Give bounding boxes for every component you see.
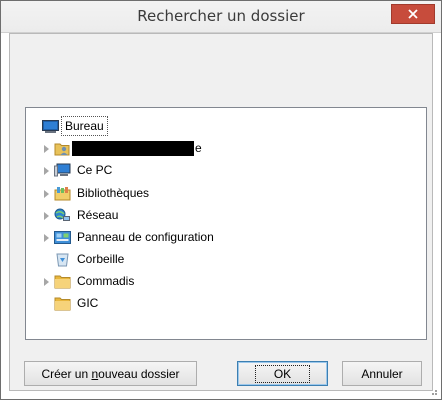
libraries-icon (54, 186, 71, 201)
expand-arrow-icon[interactable] (43, 160, 51, 181)
tree-item-label: GIC (77, 296, 99, 310)
tree-item-label: Commadis (77, 274, 135, 288)
folder-icon (54, 274, 71, 289)
browse-folder-dialog: Rechercher un dossier Bureau e Ce PC Bib… (0, 0, 442, 400)
tree-item-bibliotheques[interactable]: Bibliothèques (26, 183, 326, 204)
cancel-button[interactable]: Annuler (342, 361, 422, 386)
tree-item-label: e (195, 141, 202, 155)
close-icon (408, 9, 418, 19)
control-panel-icon (54, 230, 71, 245)
tree-item-label: Corbeille (77, 252, 125, 266)
tree-item-label: Réseau (77, 208, 119, 222)
resize-grip-icon[interactable] (428, 386, 438, 396)
tree-item-reseau[interactable]: Réseau (26, 205, 326, 226)
cancel-label: Annuler (361, 366, 403, 381)
dialog-title: Rechercher un dossier (137, 7, 305, 25)
tree-item-label: Bibliothèques (77, 186, 150, 200)
ok-label: OK (254, 364, 311, 383)
close-button[interactable] (391, 4, 435, 24)
tree-item-label: Ce PC (77, 163, 113, 177)
expand-arrow-icon[interactable] (43, 227, 51, 248)
new-folder-label: Créer un nouveau dossier (41, 367, 179, 381)
tree-item-bureau[interactable]: Bureau (26, 116, 326, 137)
new-folder-button[interactable]: Créer un nouveau dossier (24, 361, 197, 386)
desktop-icon (42, 119, 59, 134)
tree-item-gic[interactable]: GIC (26, 293, 326, 314)
redaction-block (72, 141, 194, 156)
user-folder-icon (54, 141, 70, 156)
tree-item-panneau-de-configuration[interactable]: Panneau de configuration (26, 227, 326, 248)
new-folder-label-part: ouveau dossier (98, 366, 180, 381)
tree-item-user-folder[interactable]: e (26, 138, 326, 159)
tree-item-label: Panneau de configuration (77, 230, 214, 244)
folder-icon (54, 296, 71, 311)
tree-item-commadis[interactable]: Commadis (26, 271, 326, 292)
computer-icon (54, 163, 71, 178)
tree-item-label: Bureau (61, 116, 108, 136)
ok-button[interactable]: OK (237, 361, 328, 386)
title-bar[interactable]: Rechercher un dossier (1, 1, 441, 33)
tree-item-corbeille[interactable]: Corbeille (26, 249, 326, 270)
expand-arrow-icon[interactable] (43, 183, 51, 204)
expand-arrow-icon[interactable] (43, 271, 51, 292)
expand-arrow-icon[interactable] (43, 138, 51, 159)
new-folder-label-part: Créer un (41, 366, 92, 381)
folder-tree[interactable]: Bureau e Ce PC Bibliothèques Réseau Pann… (25, 107, 427, 340)
recycle-bin-icon (54, 252, 70, 267)
network-icon (54, 208, 70, 223)
tree-item-ce-pc[interactable]: Ce PC (26, 160, 326, 181)
expand-arrow-icon[interactable] (43, 205, 51, 226)
